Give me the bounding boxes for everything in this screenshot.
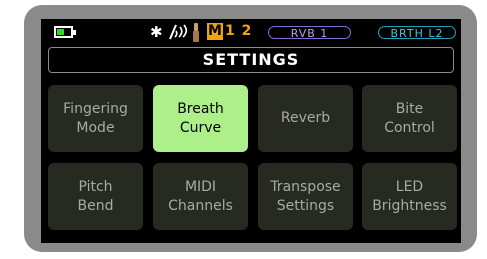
breath-badge: BRTH L2	[378, 26, 456, 40]
bluetooth-icon: ✱	[150, 23, 163, 41]
tile-led-brightness[interactable]: LED Brightness	[362, 163, 457, 230]
page-title: SETTINGS	[48, 47, 454, 73]
tile-fingering-mode[interactable]: Fingering Mode	[48, 85, 143, 152]
mode-indicator: M	[207, 23, 223, 40]
tile-breath-curve[interactable]: Breath Curve	[153, 85, 248, 152]
tile-reverb[interactable]: Reverb	[258, 85, 353, 152]
tile-pitch-bend[interactable]: Pitch Bend	[48, 163, 143, 230]
reverb-badge: RVB 1	[268, 26, 351, 40]
status-bar: ✱ M 1 2 RVB 1 BRTH L2	[41, 22, 461, 42]
tile-transpose-settings[interactable]: Transpose Settings	[258, 163, 353, 230]
tile-bite-control[interactable]: Bite Control	[362, 85, 457, 152]
reed-icon	[193, 23, 199, 42]
breath-wave-icon	[169, 24, 188, 40]
mode-numbers: 1 2	[225, 23, 253, 39]
device-screen: ✱ M 1 2 RVB 1 BRTH L2 SETTINGS Fingering…	[41, 19, 461, 243]
tile-midi-channels[interactable]: MIDI Channels	[153, 163, 248, 230]
